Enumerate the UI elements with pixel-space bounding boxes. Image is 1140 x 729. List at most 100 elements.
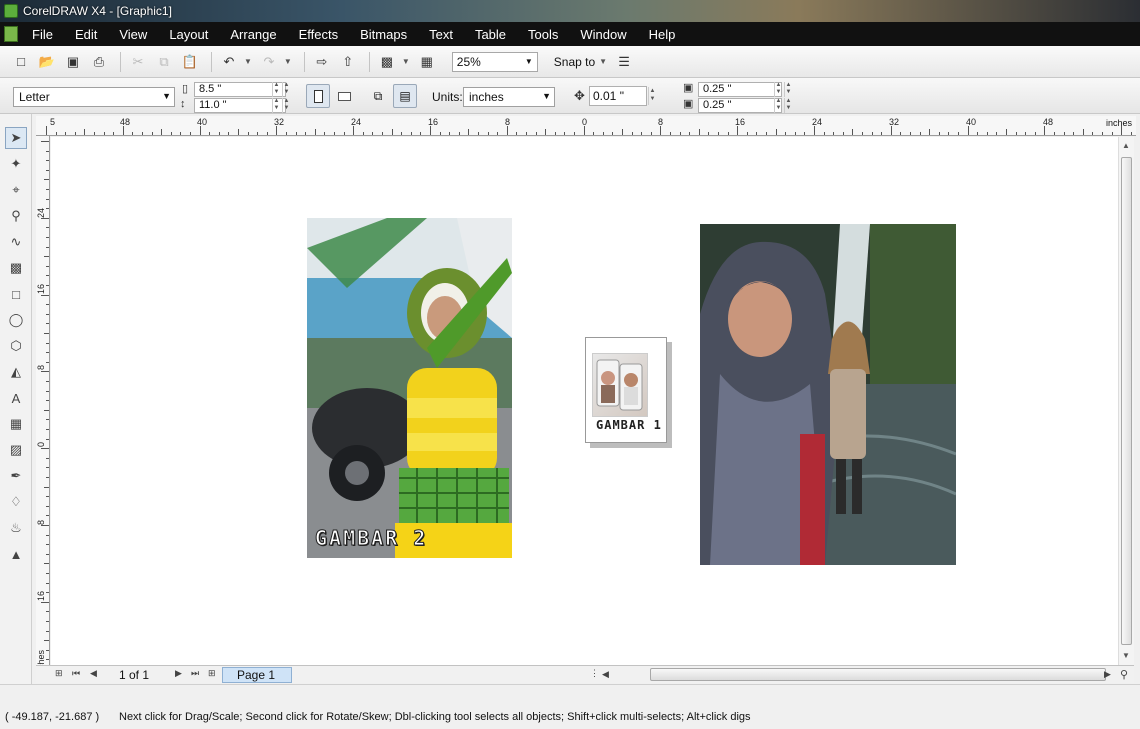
print-icon[interactable]: ⎙ [88,51,110,73]
nudge-spinner[interactable]: ▲ ▼ [648,87,656,105]
copy-icon[interactable]: ⧉ [153,51,175,73]
rectangle-tool-icon[interactable]: □ [5,283,27,305]
document-icon[interactable] [4,26,18,42]
zoom-tool-icon[interactable]: ⚲ [5,205,27,227]
scroll-down-icon[interactable]: ▼ [1122,651,1130,660]
eyedropper-tool-icon[interactable]: ✒ [5,465,27,487]
next-page-icon[interactable]: ▶ [175,668,182,679]
page-tab-1[interactable]: Page 1 [222,667,292,683]
welcome-screen-icon[interactable]: ▦ [416,51,438,73]
add-page-before-icon[interactable]: ⊞ [55,668,63,679]
dup-x-spinner[interactable]: ▲ ▼ [774,82,782,97]
crop-tool-icon[interactable]: ⌖ [5,179,27,201]
dup-y-spinner[interactable]: ▲ ▼ [774,98,782,113]
snap-to-button[interactable]: Snap to [554,55,595,69]
menu-table[interactable]: Table [475,27,506,42]
polygon-tool-icon[interactable]: ⬡ [5,335,27,357]
ruler-tick [46,429,49,430]
menu-window[interactable]: Window [580,27,626,42]
ruler-tick [756,132,758,135]
menu-edit[interactable]: Edit [75,27,97,42]
vertical-scroll-thumb[interactable] [1121,157,1132,645]
undo-icon[interactable]: ↶ [218,51,240,73]
new-document-icon[interactable]: □ [10,51,32,73]
ruler-tick [44,486,49,488]
table-tool-icon[interactable]: ▦ [5,413,27,435]
menu-text[interactable]: Text [429,27,453,42]
interactive-blend-tool-icon[interactable]: ▨ [5,439,27,461]
horizontal-scrollbar[interactable]: ◀ ▶ [602,668,1111,681]
drawing-canvas[interactable]: GAMBAR 2 GAMBAR 1 [51,137,1118,665]
save-icon[interactable]: ▣ [62,51,84,73]
open-folder-icon[interactable]: 📂 [36,51,58,73]
width-spinner-alt[interactable]: ▲ ▼ [282,82,290,97]
horizontal-ruler[interactable]: 5 48 40 32 24 16 8 0 8 16 24 32 40 48 in… [36,116,1136,136]
status-bar: ( -49.187, -21.687 ) Next click for Drag… [0,684,1140,729]
shape-tool-icon[interactable]: ✦ [5,153,27,175]
basic-shapes-tool-icon[interactable]: ◭ [5,361,27,383]
menu-arrange[interactable]: Arrange [230,27,276,42]
width-spinner[interactable]: ▲ ▼ [272,82,280,97]
launcher-dropdown-icon[interactable]: ▼ [402,57,410,66]
scroll-right-icon[interactable]: ▶ [1104,669,1111,680]
ellipse-tool-icon[interactable]: ◯ [5,309,27,331]
previous-page-icon[interactable]: ◀ [90,668,97,679]
portrait-button[interactable] [306,84,330,108]
menu-layout[interactable]: Layout [169,27,208,42]
redo-icon[interactable]: ↷ [258,51,280,73]
ruler-tick [1054,132,1055,135]
duplicate-x-field[interactable]: 0.25 " [698,82,782,97]
units-select[interactable]: inches ▼ [463,87,555,107]
duplicate-y-field[interactable]: 0.25 " [698,98,782,113]
menu-file[interactable]: File [32,27,53,42]
freehand-tool-icon[interactable]: ∿ [5,231,27,253]
height-spinner-alt[interactable]: ▲ ▼ [282,98,290,113]
outline-tool-icon[interactable]: ♢ [5,491,27,513]
dup-y-spinner-alt[interactable]: ▲ ▼ [784,98,792,113]
scroll-left-icon[interactable]: ◀ [602,669,609,680]
options-icon[interactable]: ☰ [613,51,635,73]
menu-help[interactable]: Help [649,27,676,42]
last-page-icon[interactable]: ⏭ [191,668,199,679]
photo-waterfall-selfie[interactable] [700,224,956,565]
export-icon[interactable]: ⇧ [337,51,359,73]
horizontal-scroll-thumb[interactable] [650,668,1106,681]
page-navigator: ⊞ ⏮ ◀ 1 of 1 ▶ ⏭ ⊞ Page 1 ⋮ ◀ ▶ ⚲ [36,665,1134,683]
thumbnail-gambar-1[interactable]: GAMBAR 1 [585,337,667,443]
menu-bitmaps[interactable]: Bitmaps [360,27,407,42]
paste-icon[interactable]: 📋 [179,51,201,73]
ruler-tick [46,592,49,594]
zoom-level-select[interactable]: 25% ▼ [451,51,538,72]
pick-tool-icon[interactable]: ➤ [5,127,27,149]
paper-type-select[interactable]: Letter ▼ [13,87,175,107]
splitter-grip-icon[interactable]: ⋮ [590,668,599,679]
text-tool-icon[interactable]: A [5,387,27,409]
snap-to-dropdown-icon[interactable]: ▼ [599,57,607,66]
landscape-button[interactable] [332,84,356,108]
current-page-icon[interactable]: ▤ [393,84,417,108]
zoom-navigator-icon[interactable]: ⚲ [1120,668,1128,681]
fill-tool-icon[interactable]: ♨ [5,517,27,539]
add-page-after-icon[interactable]: ⊞ [208,668,216,679]
nudge-offset-field[interactable]: 0.01 " [589,86,647,106]
application-launcher-icon[interactable]: ▩ [376,51,398,73]
smart-fill-tool-icon[interactable]: ▩ [5,257,27,279]
undo-dropdown-icon[interactable]: ▼ [244,57,252,66]
interactive-fill-tool-icon[interactable]: ▲ [5,543,27,565]
height-spinner[interactable]: ▲ ▼ [272,98,280,113]
vertical-ruler[interactable]: 24 16 8 0 8 16 inches [36,136,50,681]
standard-toolbar: □ 📂 ▣ ⎙ ✂ ⧉ 📋 ↶ ▼ ↷ ▼ ⇨ ⇧ ▩ ▼ ▦ 25% ▼ Sn… [0,46,1140,78]
redo-dropdown-icon[interactable]: ▼ [284,57,292,66]
ruler-tick [41,141,49,142]
import-icon[interactable]: ⇨ [311,51,333,73]
vertical-scrollbar[interactable]: ▲ ▼ [1118,137,1134,665]
first-page-icon[interactable]: ⏮ [72,668,80,679]
menu-tools[interactable]: Tools [528,27,558,42]
scroll-up-icon[interactable]: ▲ [1122,141,1130,150]
menu-view[interactable]: View [119,27,147,42]
all-pages-icon[interactable]: ⧉ [366,84,390,108]
cut-icon[interactable]: ✂ [127,51,149,73]
photo-gambar-2[interactable]: GAMBAR 2 [307,218,512,558]
menu-effects[interactable]: Effects [299,27,339,42]
dup-x-spinner-alt[interactable]: ▲ ▼ [784,82,792,97]
